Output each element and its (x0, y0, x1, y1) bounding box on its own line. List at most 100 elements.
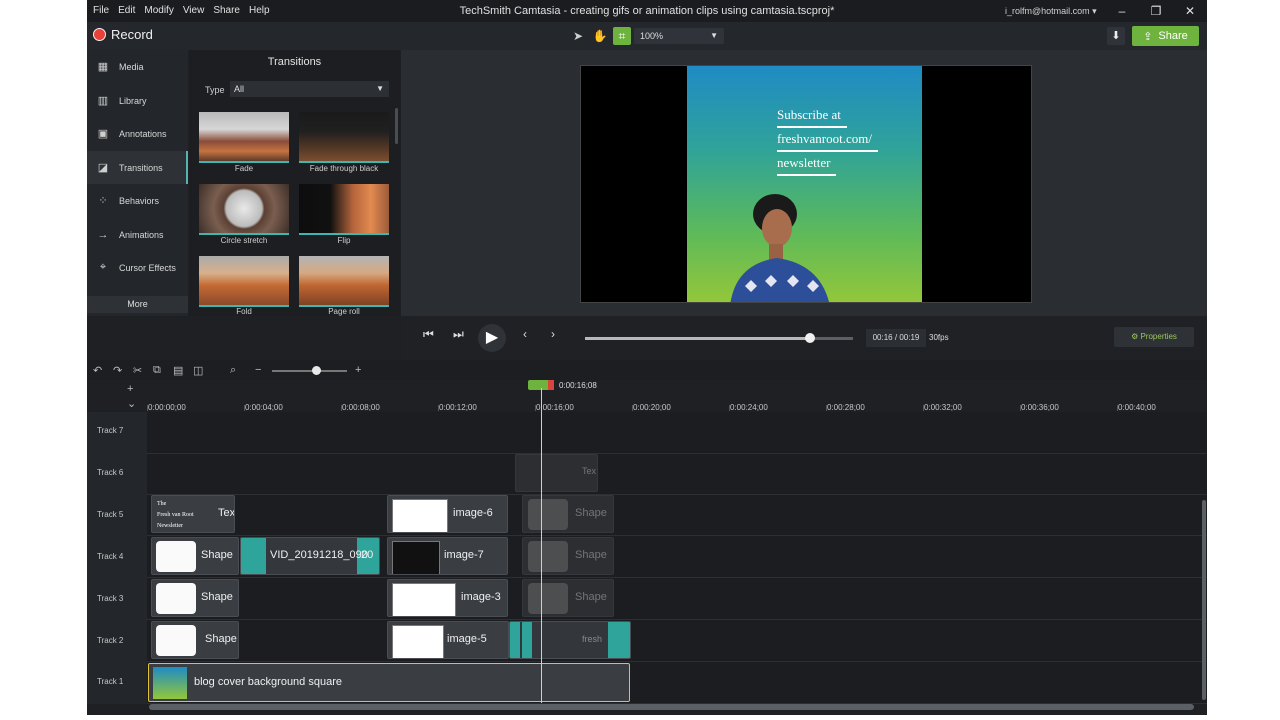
record-button[interactable]: Record (93, 27, 153, 42)
properties-button[interactable]: ⚙ Properties (1114, 327, 1194, 347)
transition-caption: Circle stretch (220, 236, 268, 245)
fps-label: 30fps (929, 333, 949, 342)
sidebar-item-behaviors[interactable]: ⁘ Behaviors (87, 184, 188, 217)
transition-thumb-flip[interactable] (299, 184, 389, 235)
share-label: Share (1158, 30, 1188, 42)
shape-clip-ghost[interactable]: Shape (522, 579, 614, 617)
zoom-out-icon[interactable]: − (255, 364, 261, 376)
sidebar-item-library[interactable]: ▥ Library (87, 84, 188, 117)
timeline-horizontal-scrollbar[interactable] (149, 704, 1194, 710)
shape-clip[interactable]: Shape (151, 621, 239, 659)
chevron-down-icon: ▼ (710, 31, 718, 40)
play-button[interactable]: ▶ (478, 324, 506, 352)
track-2-row: Shape image-5 fresh (147, 620, 1207, 662)
share-icon: ⇪ (1143, 30, 1153, 43)
timeline-zoom-slider[interactable] (272, 366, 347, 375)
share-button[interactable]: ⇪ Share (1132, 26, 1199, 46)
minimize-icon[interactable]: – (1105, 0, 1139, 22)
track-label[interactable]: Track 7 (97, 426, 123, 435)
transition-thumb-fade[interactable] (199, 112, 289, 163)
redo-icon[interactable]: ↷ (113, 364, 122, 377)
track-label[interactable]: Track 4 (97, 552, 123, 561)
search-icon[interactable]: ⌕ (230, 364, 236, 377)
download-icon[interactable]: ⬇ (1107, 27, 1125, 45)
transition-icon: ◪ (97, 162, 109, 174)
undo-icon[interactable]: ↶ (93, 364, 102, 377)
time-ruler[interactable]: 0:00:00;00 0:00:04;00 0:00:08;00 0:00:12;00… (147, 380, 1207, 412)
step-back-icon[interactable]: ⏮ (423, 327, 434, 342)
sidebar-item-cursor-effects[interactable]: ⌖ Cursor Effects (87, 251, 188, 284)
next-icon[interactable]: › (551, 327, 555, 341)
image-7-clip[interactable]: image-7 (387, 537, 508, 575)
timeline-vertical-scrollbar[interactable] (1202, 500, 1206, 700)
woman-photo (730, 194, 829, 302)
copy-icon[interactable]: ⧉ (153, 364, 161, 377)
time-separator: / (894, 333, 898, 342)
shape-clip[interactable]: Shape (151, 537, 239, 575)
seek-handle[interactable] (805, 333, 816, 343)
ruler-label: 0:00:08;00 (342, 403, 380, 412)
ruler-label: 0:00:24;00 (730, 403, 768, 412)
sidebar-item-media[interactable]: ▦ Media (87, 50, 188, 83)
transition-marker[interactable] (241, 538, 266, 574)
split-icon[interactable]: ◫ (193, 364, 203, 377)
poster-line: Subscribe at (777, 104, 847, 128)
transition-caption: Fold (236, 307, 252, 316)
shape-clip[interactable]: Shape (151, 579, 239, 617)
sidebar-item-annotations[interactable]: ▣ Annotations (87, 117, 188, 150)
tools-sidebar: ▦ Media ▥ Library ▣ Annotations ◪ Transition… (87, 50, 188, 316)
sidebar-item-animations[interactable]: → Animations (87, 218, 188, 251)
step-forward-icon[interactable]: ⏭ (453, 327, 464, 342)
image-3-clip[interactable]: image-3 (387, 579, 508, 617)
close-icon[interactable]: ✕ (1173, 0, 1207, 22)
paste-icon[interactable]: ▤ (173, 364, 183, 377)
shape-clip-ghost[interactable]: Shape (522, 495, 614, 533)
previous-icon[interactable]: ‹ (523, 327, 527, 341)
canvas-stage[interactable]: Subscribe at freshvanroot.com/ newslette… (580, 65, 1032, 303)
add-track-icon[interactable]: + (127, 383, 133, 395)
collapse-icon[interactable]: ⌄ (127, 397, 136, 410)
track-label[interactable]: Track 6 (97, 468, 123, 477)
track-1-row: blog cover background square (147, 662, 1207, 704)
ruler-label: 0:00:20;00 (633, 403, 671, 412)
transition-thumb-fade-through-black[interactable] (299, 112, 389, 163)
transition-marker[interactable] (510, 622, 520, 658)
restore-icon[interactable]: ❐ (1139, 0, 1173, 22)
seek-bar[interactable] (585, 333, 853, 343)
more-button[interactable]: More (87, 296, 188, 313)
background-clip[interactable]: blog cover background square (148, 663, 630, 702)
clip-thumbnail (156, 583, 196, 614)
video-clip[interactable]: VID_20191218_090 20 (240, 537, 380, 575)
transition-marker[interactable] (608, 622, 630, 658)
panel-scrollbar[interactable] (395, 108, 398, 144)
shape-clip-ghost[interactable]: Shape (522, 537, 614, 575)
image-6-clip[interactable]: image-6 (387, 495, 508, 533)
cut-icon[interactable]: ✂ (133, 364, 142, 377)
hand-icon[interactable]: ✋ (591, 27, 609, 45)
zoom-select[interactable]: 100% ▼ (634, 28, 724, 44)
poster-image[interactable]: Subscribe at freshvanroot.com/ newslette… (687, 66, 922, 302)
fresh-video-clip[interactable]: fresh (509, 621, 631, 659)
track-label[interactable]: Track 2 (97, 636, 123, 645)
transitions-panel: Transitions Type All ▼ Fade Fade through… (189, 50, 400, 316)
image-5-clip[interactable]: image-5 (387, 621, 509, 659)
transition-thumb-circle-stretch[interactable] (199, 184, 289, 235)
type-select[interactable]: All ▼ (230, 81, 389, 97)
account-menu[interactable]: i_rolfm@hotmail.com ▾ (1005, 6, 1097, 17)
track-label[interactable]: Track 1 (97, 677, 123, 686)
crop-icon[interactable]: ⌗ (613, 27, 631, 45)
clip-label: Shape (575, 549, 607, 561)
sidebar-item-transitions[interactable]: ◪ Transitions (87, 151, 188, 184)
record-label: Record (111, 27, 153, 42)
transition-marker[interactable] (522, 622, 532, 658)
transition-thumb-page-roll[interactable] (299, 256, 389, 307)
zoom-slider-handle[interactable] (312, 366, 321, 375)
track-label[interactable]: Track 3 (97, 594, 123, 603)
text-clip[interactable]: The Fresh van Root Newsletter Tex (151, 495, 235, 533)
playhead-out-marker[interactable] (548, 380, 554, 390)
transition-thumb-fold[interactable] (199, 256, 289, 307)
text-clip-ghost[interactable]: Tex (515, 454, 598, 492)
track-label[interactable]: Track 5 (97, 510, 123, 519)
zoom-in-icon[interactable]: + (355, 364, 361, 376)
pointer-icon[interactable]: ➤ (569, 27, 587, 45)
